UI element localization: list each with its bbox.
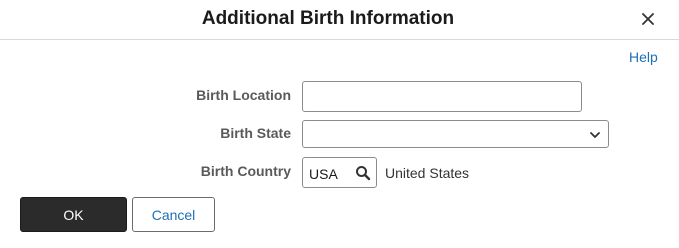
close-icon	[642, 13, 654, 25]
birth-country-code: USA	[309, 166, 338, 182]
close-button[interactable]	[636, 8, 660, 30]
cancel-button[interactable]: Cancel	[132, 197, 215, 232]
dialog-title: Additional Birth Information	[201, 8, 455, 29]
birth-country-field[interactable]: USA	[302, 157, 377, 188]
search-icon[interactable]	[355, 165, 371, 181]
birth-country-label: Birth Country	[200, 163, 291, 179]
ok-button[interactable]: OK	[20, 197, 127, 232]
help-link[interactable]: Help	[629, 49, 658, 65]
birth-state-label: Birth State	[220, 125, 291, 141]
dialog-header: Additional Birth Information	[0, 0, 679, 40]
chevron-down-icon	[589, 129, 601, 141]
birth-location-input[interactable]	[302, 81, 582, 112]
birth-location-label: Birth Location	[196, 87, 291, 103]
birth-state-select[interactable]	[302, 120, 609, 148]
birth-country-description: United States	[385, 165, 470, 181]
